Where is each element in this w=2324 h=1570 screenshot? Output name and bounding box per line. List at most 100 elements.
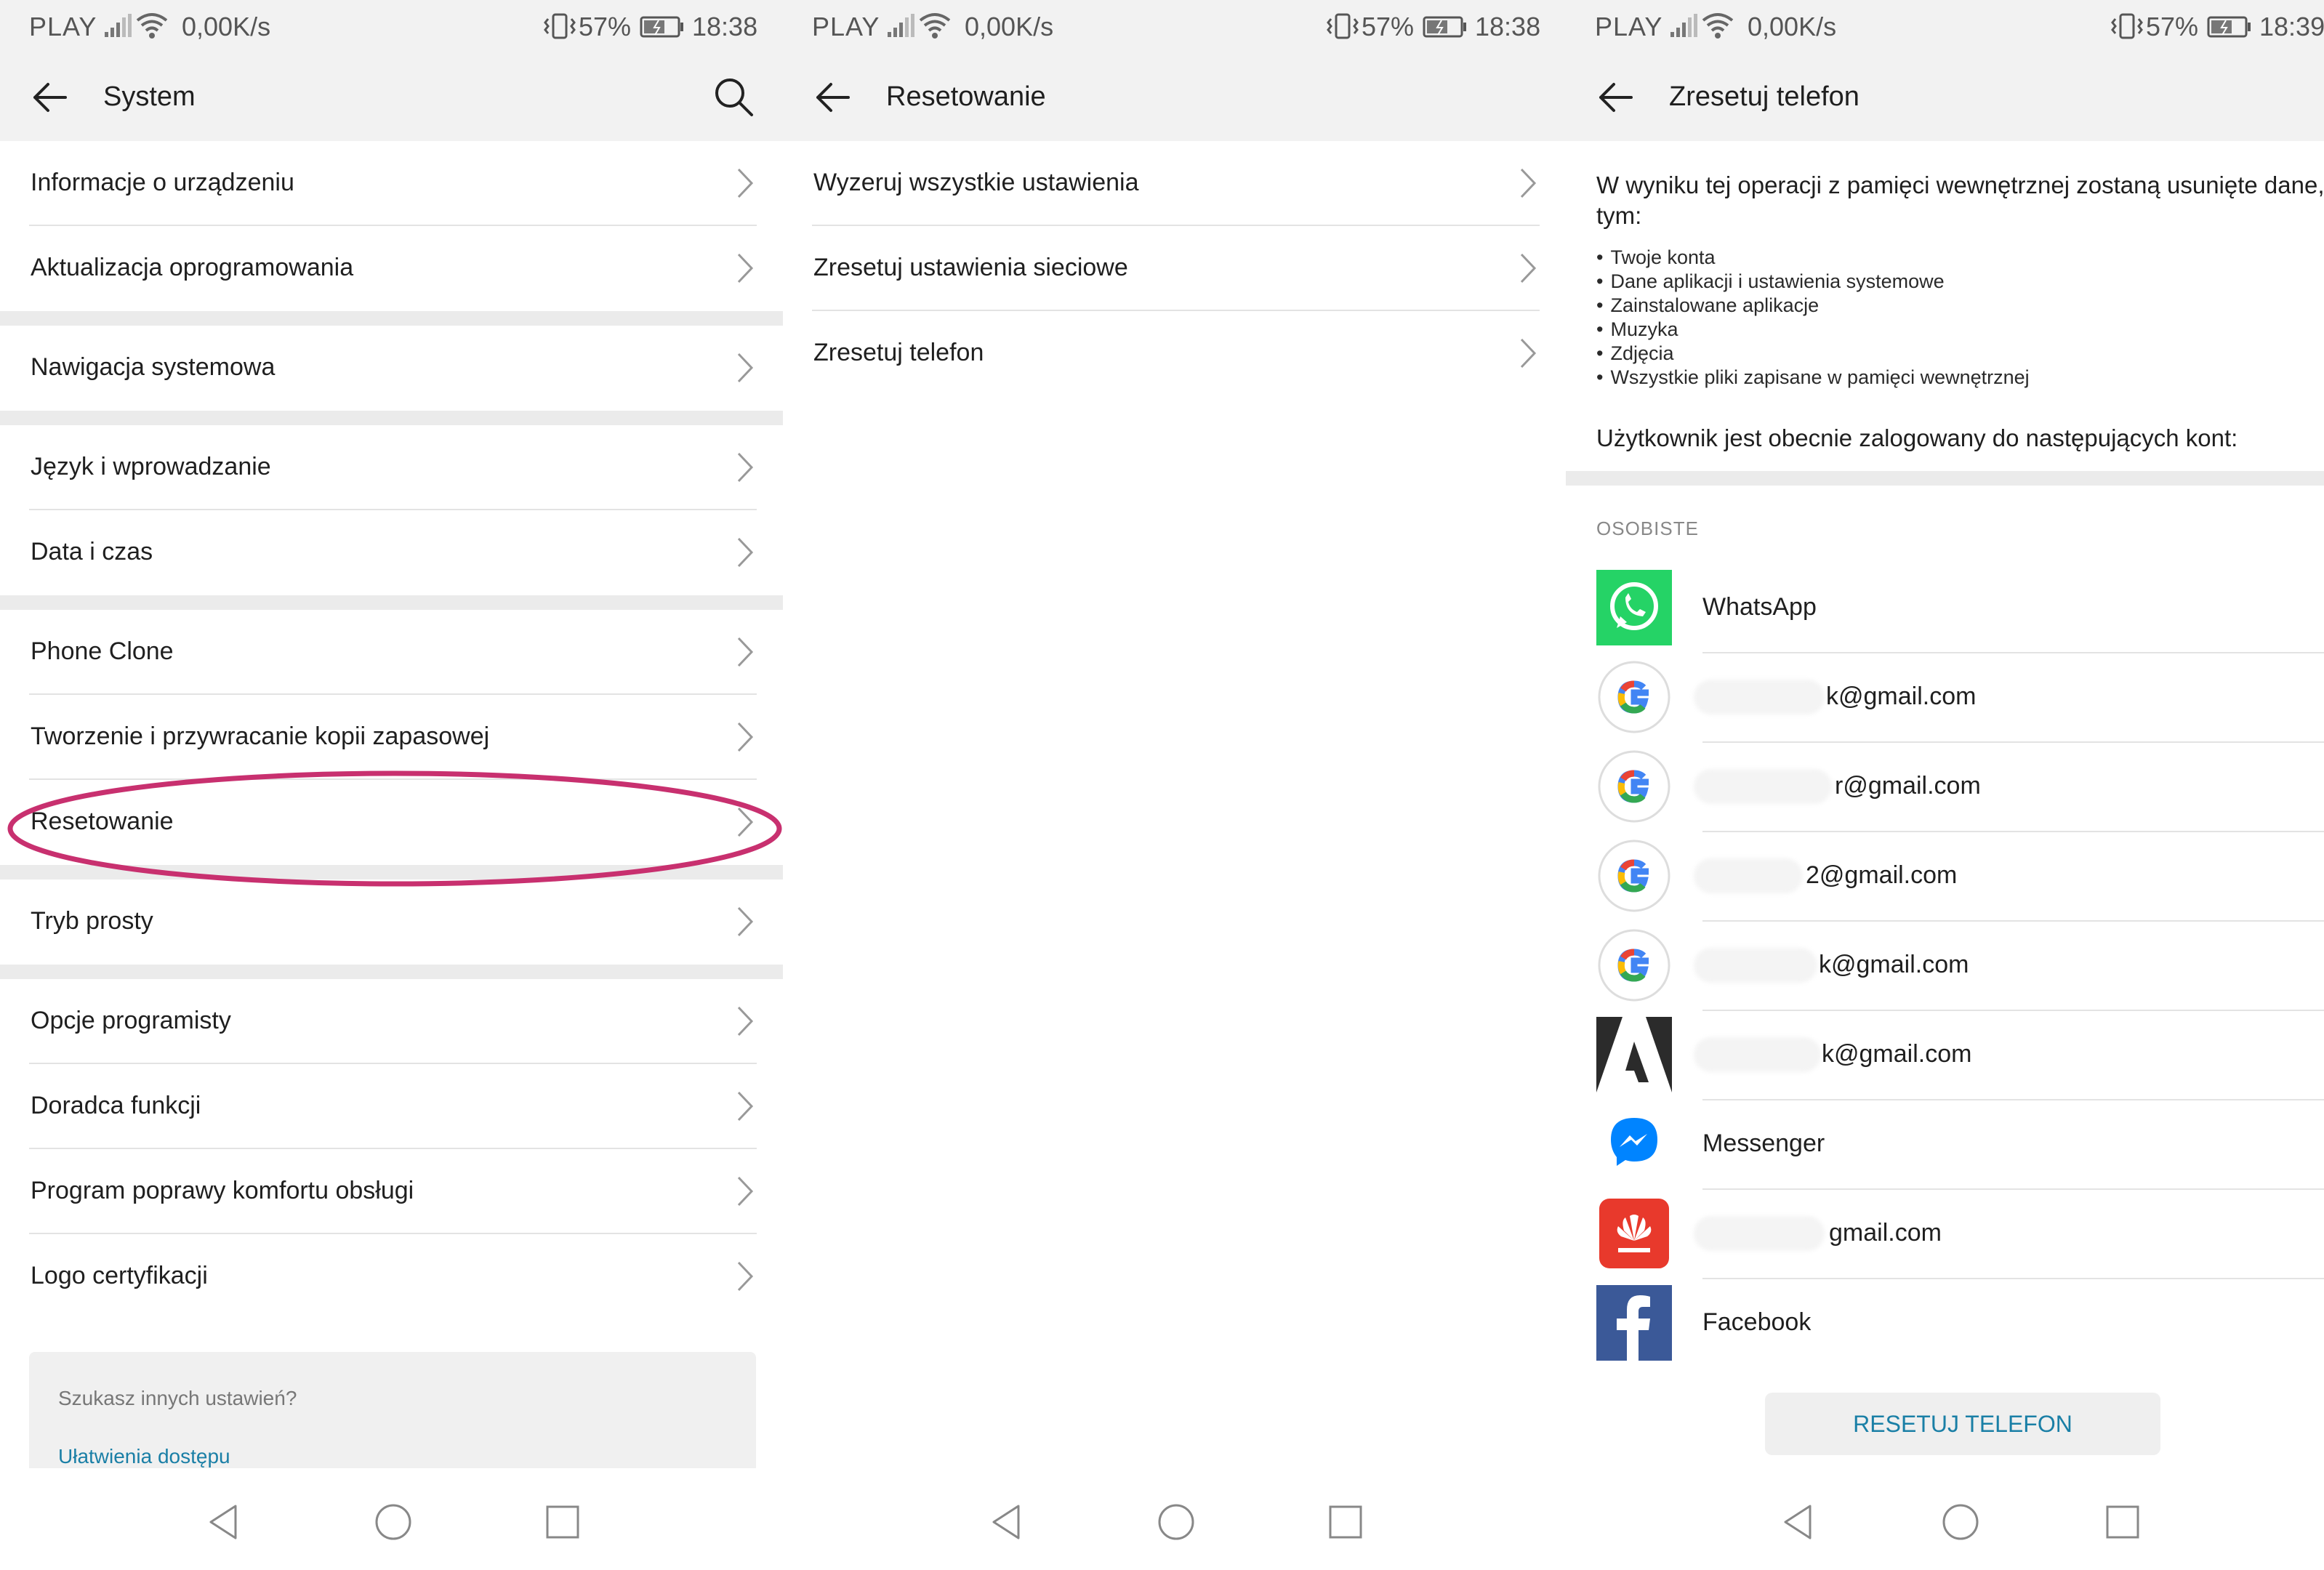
settings-item-label: Tryb prosty [31,907,153,935]
status-bar: PLAY 0,00K/s 57% 18:38 [783,0,1566,55]
signal-icon [888,14,914,37]
nav-back-icon[interactable] [204,1502,244,1542]
account-label: k@gmail.com [1826,683,1977,710]
account-row-google[interactable]: r@gmail.com [1566,743,2324,832]
google-icon [1598,840,1670,912]
settings-item-user-experience[interactable]: Program poprawy komfortu obsługi [29,1149,757,1234]
settings-item-phone-clone[interactable]: Phone Clone [29,610,757,695]
chevron-right-icon [1520,168,1537,198]
settings-item-label: Nawigacja systemowa [31,353,276,381]
chevron-right-icon [737,1261,754,1292]
account-row-google[interactable]: k@gmail.com [1566,922,2324,1011]
nav-back-icon[interactable] [986,1502,1027,1542]
navigation-bar [1566,1468,2324,1570]
reset-item-label: Zresetuj telefon [813,339,984,366]
highlight-ring [7,770,782,887]
clock: 18:39 [2259,12,2324,41]
redacted-area [1694,1037,1821,1072]
chevron-right-icon [737,1176,754,1207]
redacted-area [1694,769,1832,804]
nav-home-icon[interactable] [373,1502,414,1542]
settings-item-language-input[interactable]: Język i wprowadzanie [29,425,757,510]
carrier-label: PLAY [812,12,880,41]
app-bar: System [0,55,783,141]
redacted-area [1694,680,1825,714]
clock: 18:38 [692,12,758,41]
settings-item-developer-options[interactable]: Opcje programisty [29,979,757,1064]
carrier-label: PLAY [29,12,97,41]
reset-item-factory-reset[interactable]: Zresetuj telefon [812,311,1540,396]
chevron-right-icon [737,1006,754,1036]
screens-container: PLAY 0,00K/s 57% 18:38 System Informacje… [0,0,2324,1570]
section-gap [0,965,783,979]
nav-recent-icon[interactable] [542,1502,583,1542]
messenger-icon [1596,1106,1672,1182]
wifi-icon [1702,13,1734,39]
chevron-right-icon [1520,338,1537,369]
huawei-icon [1599,1199,1669,1268]
account-row-huawei[interactable]: gmail.com [1566,1190,2324,1279]
reset-item-all-settings[interactable]: Wyzeruj wszystkie ustawienia [812,141,1540,226]
google-icon [1598,661,1670,733]
nav-recent-icon[interactable] [1325,1502,1366,1542]
nav-home-icon[interactable] [1156,1502,1197,1542]
page-title: System [103,81,196,112]
chevron-right-icon [737,452,754,483]
reset-phone-button[interactable]: RESETUJ TELEFON [1765,1393,2160,1455]
chevron-right-icon [737,1091,754,1122]
back-arrow-icon[interactable] [1595,77,1636,118]
accessibility-link[interactable]: Ułatwienia dostępu [58,1445,230,1468]
chevron-right-icon [737,637,754,667]
vibrate-icon [544,13,576,39]
app-bar: Resetowanie [783,55,1566,141]
settings-item-label: Opcje programisty [31,1007,231,1034]
settings-list: Informacje o urządzeniu Aktualizacja opr… [0,141,783,1319]
account-row-google[interactable]: k@gmail.com [1566,653,2324,743]
back-arrow-icon[interactable] [29,77,70,118]
section-gap [0,411,783,425]
settings-item-device-info[interactable]: Informacje o urządzeniu [29,141,757,226]
settings-item-label: Tworzenie i przywracanie kopii zapasowej [31,722,490,750]
battery-icon [1423,16,1466,38]
settings-item-feature-advisor[interactable]: Doradca funkcji [29,1064,757,1149]
settings-item-software-update[interactable]: Aktualizacja oprogramowania [29,226,757,311]
redacted-area [1694,1216,1825,1251]
battery-icon [640,16,683,38]
redacted-area [1694,858,1803,893]
warning-text: W wyniku tej operacji z pamięci wewnętrz… [1596,170,2324,231]
account-label: k@gmail.com [1819,951,1969,978]
carrier-label: PLAY [1595,12,1663,41]
chevron-right-icon [737,168,754,198]
settings-item-certification-logos[interactable]: Logo certyfikacji [29,1234,757,1319]
google-icon [1598,750,1670,823]
bullet-item: Zainstalowane aplikacje [1596,294,2030,318]
settings-item-simple-mode[interactable]: Tryb prosty [29,879,757,965]
navigation-bar [783,1468,1566,1570]
settings-item-system-navigation[interactable]: Nawigacja systemowa [29,326,757,411]
account-row-messenger[interactable]: Messenger [1566,1100,2324,1190]
nav-back-icon[interactable] [1778,1502,1819,1542]
accounts-list: WhatsApp k@gmail.com r@gmail.com 2@gmail… [1566,564,2324,1369]
settings-item-date-time[interactable]: Data i czas [29,510,757,595]
account-row-whatsapp[interactable]: WhatsApp [1566,564,2324,653]
chevron-right-icon [737,906,754,937]
signal-icon [105,14,132,37]
account-row-google[interactable]: 2@gmail.com [1566,832,2324,922]
account-row-facebook[interactable]: Facebook [1566,1279,2324,1369]
reset-item-network-settings[interactable]: Zresetuj ustawienia sieciowe [812,226,1540,311]
warning-line-1: W wyniku tej operacji z pamięci wewnętrz… [1596,172,2324,198]
account-label: WhatsApp [1702,593,1817,621]
bullet-item: Muzyka [1596,318,2030,342]
chevron-right-icon [737,722,754,752]
screen-reset: PLAY 0,00K/s 57% 18:38 Resetowanie Wyzer… [783,0,1566,1570]
adobe-icon [1596,1017,1672,1092]
nav-home-icon[interactable] [1940,1502,1981,1542]
nav-recent-icon[interactable] [2102,1502,2143,1542]
account-row-adobe[interactable]: k@gmail.com [1566,1011,2324,1100]
redacted-area [1694,948,1817,983]
suggestion-title: Szukasz innych ustawień? [58,1387,297,1409]
search-icon[interactable] [712,76,755,118]
network-speed: 0,00K/s [1748,12,1837,41]
screen-factory-reset: PLAY 0,00K/s 57% 18:39 Zresetuj telefon … [1566,0,2324,1570]
back-arrow-icon[interactable] [812,77,853,118]
